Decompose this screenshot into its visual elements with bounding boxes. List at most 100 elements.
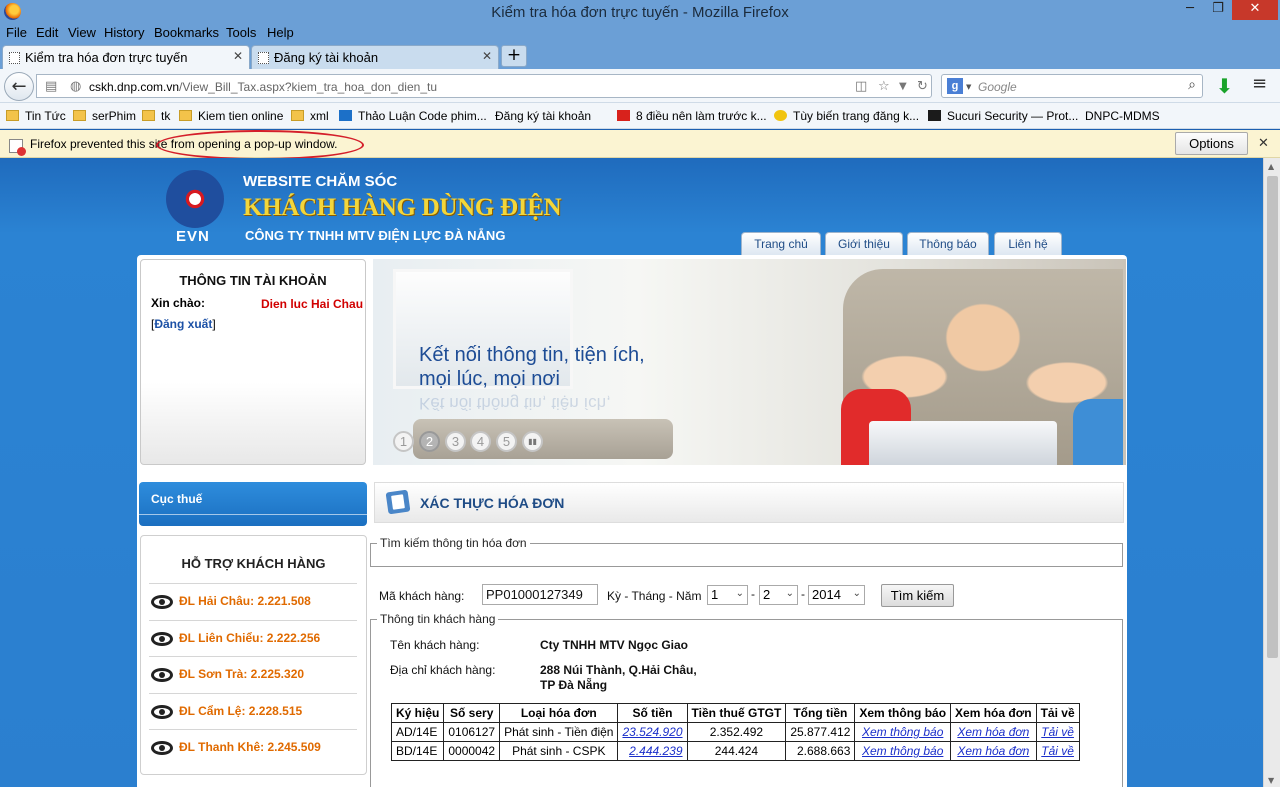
sucuri-icon — [928, 110, 941, 121]
tab-kiem-tra-hoa-don[interactable]: Kiểm tra hóa đơn trực tuyến ✕ — [2, 45, 250, 69]
eye-icon — [151, 632, 173, 646]
slide-5-button[interactable]: 5 — [496, 431, 517, 452]
popup-blocked-icon — [9, 139, 26, 156]
folder-icon — [6, 110, 19, 121]
view-invoice-link[interactable]: Xem hóa đơn — [957, 744, 1029, 758]
slide-2-button[interactable]: 2 — [419, 431, 440, 452]
bookmark-star-icon[interactable]: ☆ — [878, 79, 890, 94]
view-notice-link[interactable]: Xem thông báo — [862, 744, 943, 758]
customer-address-line1: 288 Núi Thành, Q.Hải Châu, — [540, 663, 697, 677]
google-icon[interactable]: g — [947, 78, 963, 94]
close-window-button[interactable]: ✕ — [1232, 0, 1278, 20]
evn-logo-icon[interactable] — [166, 170, 224, 228]
bookmark-tk[interactable]: tk — [142, 109, 170, 123]
bookmark-8-dieu[interactable]: 8 điều nên làm trước k... — [617, 109, 767, 123]
slide-3-button[interactable]: 3 — [445, 431, 466, 452]
download-icon[interactable]: ⬇ — [1216, 74, 1233, 98]
search-button[interactable]: Tìm kiếm — [881, 584, 954, 607]
menu-history[interactable]: History — [104, 25, 144, 40]
nav-contact[interactable]: Liên hệ — [994, 232, 1062, 256]
minimize-button[interactable]: ─ — [1176, 0, 1204, 20]
support-item[interactable]: ĐL Liên Chiểu: 2.222.256 — [149, 620, 357, 657]
bookmark-thao-luan-code[interactable]: Thảo Luận Code phim... — [339, 109, 487, 123]
logout-link[interactable]: Đăng xuất — [154, 317, 212, 331]
nav-about[interactable]: Giới thiệu — [825, 232, 903, 256]
scroll-up-icon[interactable]: ▲ — [1268, 162, 1274, 171]
hamburger-menu-icon[interactable]: ≡ — [1252, 75, 1268, 93]
customer-name: Cty TNHH MTV Ngọc Giao — [540, 638, 689, 652]
year-select[interactable]: 2014 ⌄ — [808, 585, 865, 605]
view-notice-link[interactable]: Xem thông báo — [862, 725, 943, 739]
vertical-scrollbar[interactable]: ▲ ▼ — [1263, 158, 1280, 787]
cuc-thue-label: Cục thuế — [151, 492, 203, 506]
menu-view[interactable]: View — [68, 25, 96, 40]
new-tab-button[interactable]: + — [501, 45, 527, 67]
bookmark-dang-ky-tai-khoan[interactable]: Đăng ký tài khoản — [495, 109, 591, 280]
reload-icon[interactable]: ↻ — [917, 79, 928, 94]
pause-icon[interactable]: ▮▮ — [522, 431, 543, 452]
bookmark-xml[interactable]: xml — [291, 109, 329, 123]
search-legend: Tìm kiếm thông tin hóa đơn — [380, 536, 527, 550]
search-bar[interactable]: g ▼ Google ⌕ — [941, 74, 1203, 98]
tab-dang-ky-tai-khoan[interactable]: Đăng ký tài khoản ✕ — [251, 45, 499, 69]
history-dropdown-icon[interactable]: ▼ — [899, 81, 907, 92]
download-link[interactable]: Tải về — [1041, 744, 1074, 758]
close-tab-icon[interactable]: ✕ — [233, 49, 243, 63]
slide-1-button[interactable]: 1 — [393, 431, 414, 452]
back-arrow-icon: ← — [11, 76, 27, 97]
customer-code-label: Mã khách hàng: — [379, 589, 465, 603]
popup-options-button[interactable]: Options — [1175, 132, 1248, 155]
menu-file[interactable]: File — [6, 25, 27, 40]
table-row: AD/14E 0106127 Phát sinh - Tiền điện 23.… — [390, 722, 1080, 742]
bookmark-tuy-bien[interactable]: Tùy biến trang đăng k... — [774, 109, 919, 123]
col-header: Xem thông báo — [854, 703, 952, 723]
navigation-bar: ← ▤ ◍ cskh.dnp.com.vn/View_Bill_Tax.aspx… — [0, 69, 1280, 103]
bookmark-sucuri[interactable]: Sucuri Security — Prot... — [928, 109, 1078, 123]
page-info-icon[interactable]: ▤ — [45, 79, 57, 94]
table-header-row: Ký hiệu Số sery Loại hóa đơn Số tiền Tiề… — [390, 703, 1080, 723]
support-item[interactable]: ĐL Thanh Khê: 2.245.509 — [149, 729, 357, 766]
slide-4-button[interactable]: 4 — [470, 431, 491, 452]
customer-code-input[interactable] — [482, 584, 598, 605]
bookmark-dnpc-mdms[interactable]: DNPC-MDMS — [1085, 109, 1160, 280]
amount-link[interactable]: 23.524.920 — [622, 725, 682, 739]
menu-tools[interactable]: Tools — [226, 25, 256, 40]
scrollbar-thumb[interactable] — [1267, 176, 1278, 658]
bookmark-kiem-tien-online[interactable]: Kiem tien online — [179, 109, 283, 123]
nav-home[interactable]: Trang chủ — [741, 232, 821, 256]
back-button[interactable]: ← — [4, 72, 34, 101]
col-header: Số sery — [443, 703, 501, 723]
support-title: HỖ TRỢ KHÁCH HÀNG — [181, 556, 326, 571]
view-invoice-link[interactable]: Xem hóa đơn — [957, 725, 1029, 739]
bookmark-tin-tuc[interactable]: Tin Tức — [6, 109, 66, 123]
sidebar-item-cuc-thue[interactable]: Cục thuế — [139, 482, 367, 526]
scroll-down-icon[interactable]: ▼ — [1268, 776, 1274, 785]
title-bar: Kiểm tra hóa đơn trực tuyến - Mozilla Fi… — [0, 0, 1280, 24]
content-panel: THÔNG TIN TÀI KHOẢN Xin chào: Dien luc H… — [137, 255, 1127, 787]
period-select[interactable]: 1 ⌄ — [707, 585, 748, 605]
engine-dropdown-icon[interactable]: ▼ — [966, 83, 971, 91]
close-tab-icon[interactable]: ✕ — [482, 49, 492, 63]
download-link[interactable]: Tải về — [1041, 725, 1074, 739]
support-item[interactable]: ĐL Hải Châu: 2.221.508 — [149, 583, 357, 620]
support-item[interactable]: ĐL Sơn Trà: 2.225.320 — [149, 656, 357, 693]
cell-so-sery: 0106127 — [443, 722, 501, 742]
close-notification-icon[interactable]: ✕ — [1258, 136, 1269, 151]
eye-icon — [151, 705, 173, 719]
url-text[interactable]: cskh.dnp.com.vn/View_Bill_Tax.aspx?kiem_… — [89, 80, 437, 94]
account-box: THÔNG TIN TÀI KHOẢN Xin chào: Dien luc H… — [140, 259, 366, 465]
support-item[interactable]: ĐL Cẩm Lệ: 2.228.515 — [149, 693, 357, 730]
month-select[interactable]: 2 ⌄ — [759, 585, 798, 605]
reader-icon[interactable]: ◫ — [855, 79, 867, 94]
maximize-button[interactable]: ❐ — [1204, 0, 1232, 20]
menu-help[interactable]: Help — [267, 25, 294, 40]
edit-document-icon — [385, 489, 411, 515]
menu-bar: File Edit View History Bookmarks Tools H… — [0, 24, 1280, 43]
amount-link[interactable]: 2.444.239 — [629, 744, 682, 758]
menu-edit[interactable]: Edit — [36, 25, 58, 40]
nav-notices[interactable]: Thông báo — [907, 232, 989, 256]
bookmark-serphim[interactable]: serPhim — [73, 109, 136, 123]
url-bar[interactable]: ▤ ◍ cskh.dnp.com.vn/View_Bill_Tax.aspx?k… — [36, 74, 932, 98]
menu-bookmarks[interactable]: Bookmarks — [154, 25, 219, 40]
search-icon[interactable]: ⌕ — [1188, 77, 1196, 93]
